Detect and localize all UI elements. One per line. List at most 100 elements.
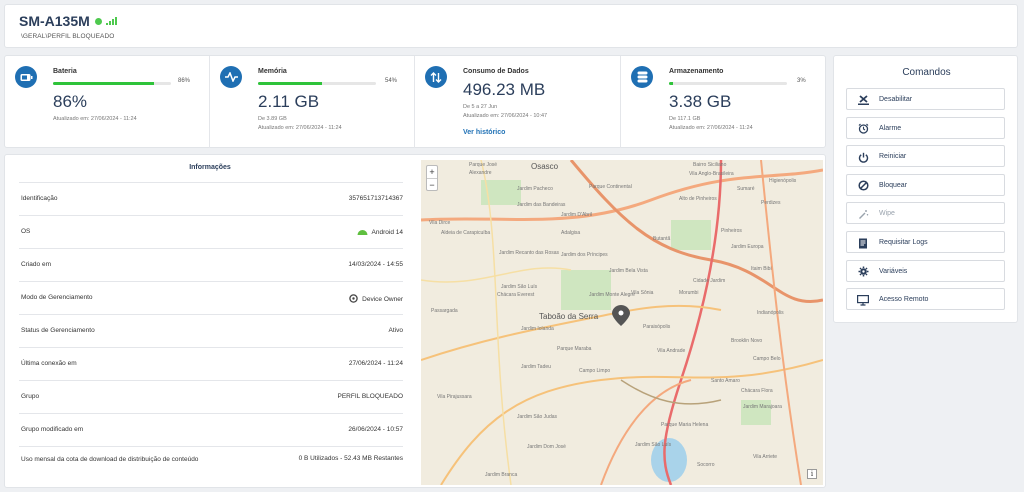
map-zoom-control: + − [426, 165, 438, 191]
map-place-label: Higienópolis [769, 178, 797, 184]
map-place-label: Passargada [431, 308, 458, 314]
info-row-label: Criado em [21, 261, 51, 268]
alarme-command-button[interactable]: Alarme [846, 116, 1005, 139]
command-label: Reiniciar [879, 153, 907, 161]
info-row: Última conexão em 27/06/2024 - 11:24 [19, 347, 403, 380]
map-place-label: Vila Pirajussara [437, 394, 472, 400]
map-place-label: Bairro Siciliano [693, 162, 727, 168]
bloquear-command-button[interactable]: Bloquear [846, 173, 1005, 196]
info-row: Modo de Gerenciamento Device Owner [19, 281, 403, 314]
map-place-label: Itaim Bibi [751, 266, 772, 272]
power-icon [857, 151, 869, 163]
commands-title: Comandos [902, 67, 951, 78]
map-place-label: Vila Andrade [657, 348, 686, 354]
desabilitar-command-button[interactable]: Desabilitar [846, 88, 1005, 110]
acesso-remoto-command-button[interactable]: Acesso Remoto [846, 288, 1005, 311]
map-place-label: Cidade Jardim [693, 278, 726, 284]
reiniciar-command-button[interactable]: Reiniciar [846, 145, 1005, 168]
info-row-label: Identificação [21, 195, 58, 202]
map-place-label: Pinheiros [721, 228, 742, 234]
info-row-value-text: 0 B Utilizados - 52.43 MB Restantes [298, 455, 403, 462]
battery-percent-label: 86% [178, 78, 191, 84]
zoom-out-button[interactable]: − [427, 178, 437, 190]
info-row-value-text: Device Owner [362, 296, 403, 303]
info-title: Informações [189, 164, 231, 171]
memory-percent-label: 54% [385, 78, 398, 84]
map-place-label: Chácara Flora [741, 388, 773, 394]
wand-icon [857, 208, 869, 220]
map-place-label: Jardim Iolanda [521, 326, 554, 332]
info-row-value: 357651713714367 [349, 195, 403, 202]
info-row-label: OS [21, 228, 31, 235]
map-place-label: Jardim Tadeu [521, 364, 551, 370]
storage-updated: Atualizado em: 27/06/2024 - 11:24 [669, 125, 753, 131]
block-icon [857, 180, 869, 192]
signal-icon [106, 17, 118, 25]
device-location-map[interactable]: Osasco Parque José Alexandre Jardim Pacheco… [421, 160, 823, 485]
map-place-label: Parque Continental [589, 184, 632, 190]
map-place-label: Campo Limpo [579, 368, 611, 374]
map-place-label: Alto de Pinheiros [679, 196, 717, 202]
device-name: SM-A135M [19, 13, 90, 29]
view-history-link[interactable]: Ver histórico [463, 129, 505, 136]
info-row-label: Uso mensal da cota de download de distri… [21, 456, 199, 463]
map-place-label: Campo Belo [753, 356, 781, 362]
command-label: Bloquear [879, 181, 908, 189]
battery-updated: Atualizado em: 27/06/2024 - 11:24 [53, 116, 137, 122]
device-info-panel: Informações Identificação 357651713714367… [4, 154, 826, 488]
info-row-value: PERFIL BLOQUEADO [338, 393, 404, 400]
pulse-icon [220, 66, 242, 88]
memory-updated: Atualizado em: 27/06/2024 - 11:24 [258, 125, 342, 131]
map-place-label: Jardim Pacheco [517, 186, 553, 192]
storage-title: Armazenamento [669, 68, 724, 75]
info-row-value-text: Android 14 [371, 229, 403, 236]
map-place-label: Aldeia de Carapicuíba [441, 230, 491, 236]
info-row: Identificação 357651713714367 [19, 182, 403, 215]
map-place-label: Jardim Recanto das Rosas [499, 250, 560, 256]
info-row: Grupo modificado em 26/06/2024 - 10:57 [19, 413, 403, 446]
info-row-value: Device Owner [349, 294, 403, 305]
map-place-label: Parque Maraba [557, 346, 592, 352]
map-place-label: Parque Maria Helena [661, 422, 709, 428]
info-row-value-text: 357651713714367 [348, 195, 403, 202]
device-stats-panel: Bateria 86% 86% Atualizado em: 27/06/202… [4, 55, 826, 148]
data-usage-period: De 5 a 27 Jun [463, 104, 498, 110]
zoom-in-button[interactable]: + [427, 166, 437, 178]
info-row-value: 26/06/2024 - 10:57 [348, 426, 403, 433]
memory-value: 2.11 GB [258, 92, 320, 111]
map-info-button[interactable]: i [807, 469, 817, 479]
info-row-value-text: 14/03/2024 - 14:55 [348, 261, 403, 268]
command-label: Desabilitar [879, 96, 913, 103]
map-place-label: Indianópolis [757, 310, 784, 316]
info-row: Grupo PERFIL BLOQUEADO [19, 380, 403, 413]
requisitar-logs-command-button[interactable]: Requisitar Logs [846, 231, 1005, 253]
info-row-label: Grupo [21, 393, 40, 400]
map-place-label: Vila Sônia [631, 290, 654, 296]
map-place-label: Jardim São Luís [635, 442, 672, 448]
map-place-label: Butantã [653, 236, 671, 242]
map-place-label: Jardim Marajoara [743, 404, 782, 410]
vari-veis-command-button[interactable]: Variáveis [846, 259, 1005, 282]
online-status-dot [95, 18, 102, 25]
command-label: Variáveis [879, 267, 908, 275]
storage-total: De 117.1 GB [669, 116, 701, 122]
map-place-label: Morumbi [679, 290, 699, 296]
memory-stat: Memória 54% 2.11 GB De 3.89 GB Atualizad… [210, 56, 415, 148]
command-label: Wipe [879, 210, 895, 218]
map-place-label: Socorro [697, 462, 715, 468]
disable-x-icon [857, 94, 869, 106]
map-place-label: Jardim Bela Vista [609, 268, 648, 274]
commands-panel: Comandos Desabilitar Alarme Reiniciar Bloqu… [833, 55, 1018, 323]
battery-progress-bar [53, 82, 171, 85]
wipe-command-button[interactable]: Wipe [846, 202, 1005, 225]
info-row-label: Última conexão em [21, 360, 77, 367]
map-place-label: Jardim Europa [731, 244, 764, 250]
info-row-value-text: PERFIL BLOQUEADO [337, 393, 404, 400]
map-place-label: Osasco [531, 162, 559, 171]
transfer-arrows-icon [425, 66, 447, 88]
memory-progress-bar [258, 82, 376, 85]
map-place-label: Adalgisa [561, 230, 581, 236]
battery-value: 86% [53, 92, 88, 111]
memory-total: De 3.89 GB [258, 116, 287, 122]
info-row-value: Android 14 [357, 228, 403, 237]
